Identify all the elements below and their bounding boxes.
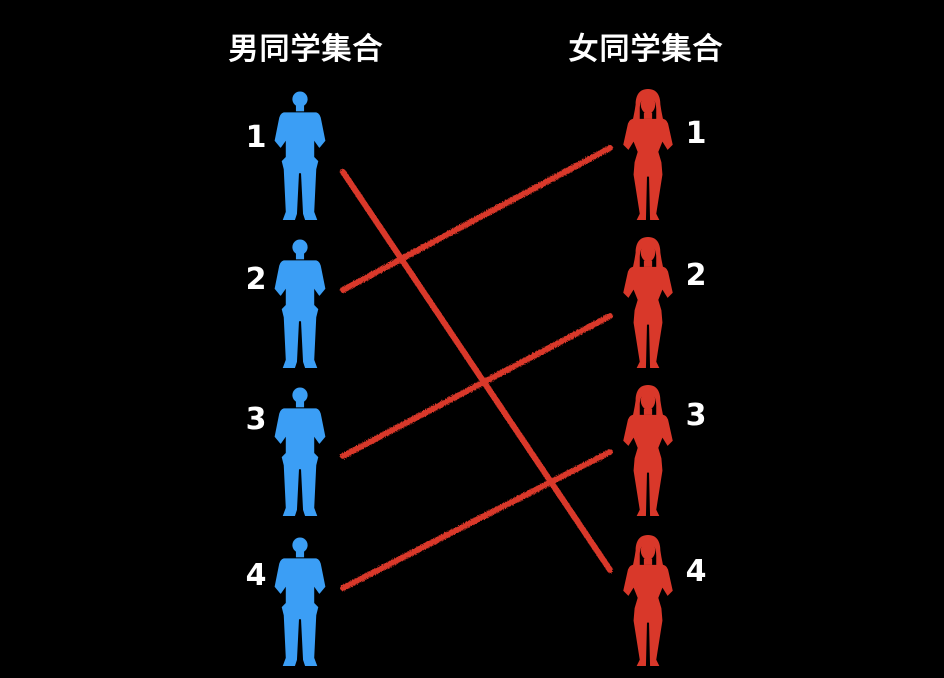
girls-set-title: 女同学集合 [568,32,724,67]
girl-label-3: 3 [685,398,707,433]
girl-figure-icon [623,385,673,516]
mapping-line [340,313,613,459]
boy-label-4: 4 [245,558,267,593]
girl-label-2: 2 [685,258,707,293]
girl-label-4: 4 [685,554,707,589]
girl-figure-icon [623,535,673,666]
boy-label-3: 3 [245,402,267,437]
diagram-canvas [274,89,673,666]
boy-label-2: 2 [245,262,267,297]
boys-set-title: 男同学集合 [228,32,384,67]
mapping-line [340,145,613,293]
girl-label-1: 1 [685,116,707,151]
boy-label-1: 1 [245,120,267,155]
boy-figure-icon [274,387,326,516]
mapping-line [340,449,613,591]
boy-figure-icon [274,537,326,666]
mapping-line [340,169,613,573]
girl-figure-icon [623,237,673,368]
boy-figure-icon [274,91,326,220]
mapping-diagram: 男同学集合 女同学集合 1 2 3 4 1 2 3 4 [0,0,944,678]
girl-figure-icon [623,89,673,220]
boy-figure-icon [274,239,326,368]
